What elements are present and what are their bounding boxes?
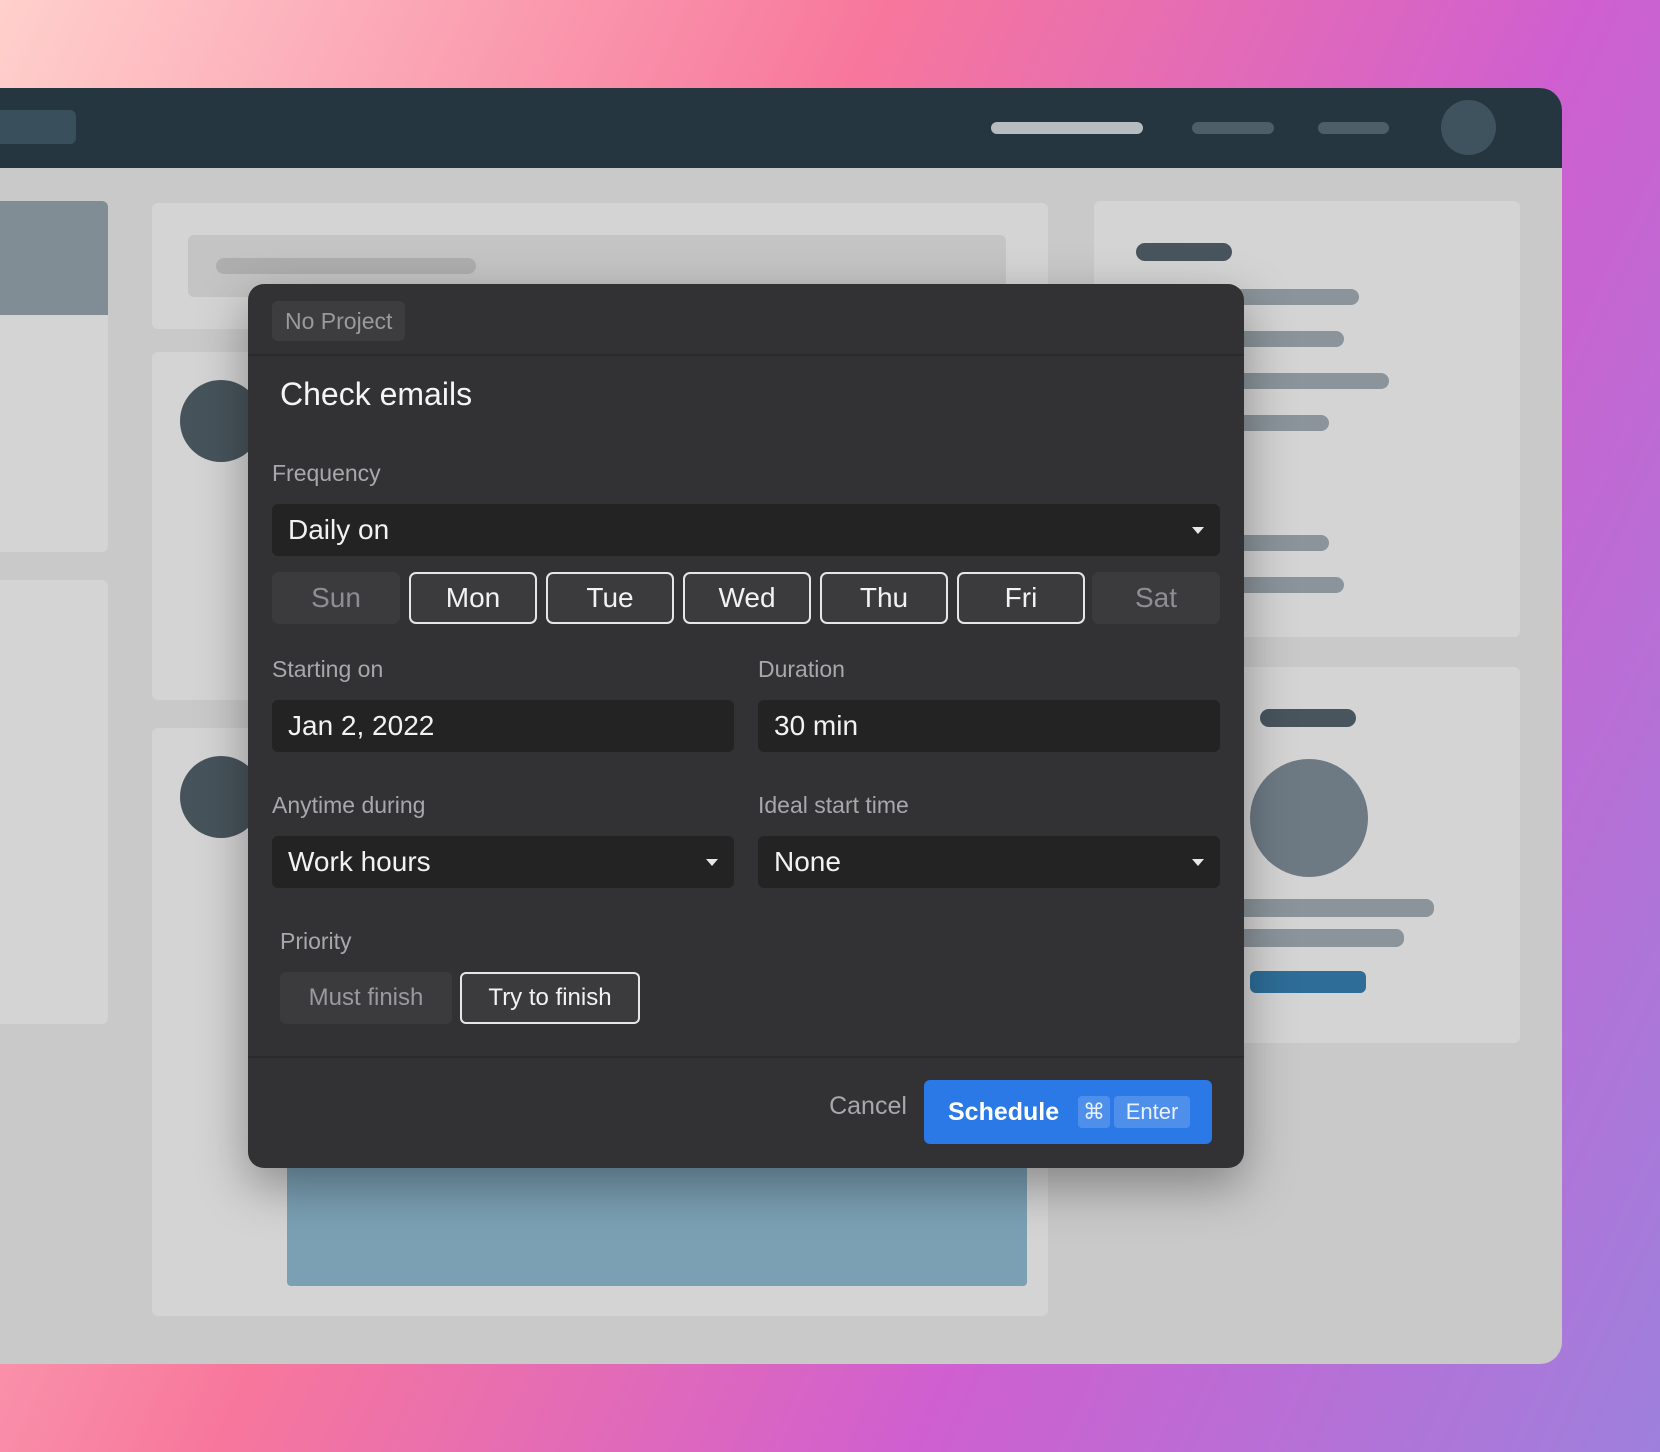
anytime-during-label: Anytime during [272, 792, 426, 818]
frequency-select[interactable]: Daily on [272, 504, 1220, 556]
anytime-during-value: Work hours [288, 846, 431, 877]
starting-on-field[interactable]: Jan 2, 2022 [272, 700, 734, 752]
chevron-down-icon [1192, 527, 1204, 534]
day-toggle-wed[interactable]: Wed [683, 572, 811, 624]
anytime-during-select[interactable]: Work hours [272, 836, 734, 888]
app-logo-placeholder [0, 110, 76, 144]
enter-key-hint: Enter [1114, 1096, 1190, 1128]
chevron-down-icon [706, 859, 718, 866]
schedule-button[interactable]: Schedule ⌘ Enter [924, 1080, 1212, 1144]
ideal-start-time-label: Ideal start time [758, 792, 909, 818]
nav-placeholder [991, 122, 1143, 134]
app-top-bar [0, 88, 1562, 168]
command-key-icon: ⌘ [1078, 1096, 1110, 1128]
schedule-button-label: Schedule [948, 1098, 1060, 1126]
duration-field[interactable]: 30 min [758, 700, 1220, 752]
task-title[interactable]: Check emails [280, 376, 472, 413]
day-toggle-sat[interactable]: Sat [1092, 572, 1220, 624]
cancel-button[interactable]: Cancel [808, 1079, 928, 1133]
left-card-placeholder [0, 201, 108, 552]
header-divider [248, 354, 1244, 356]
left-card-placeholder [0, 580, 108, 1024]
duration-label: Duration [758, 656, 845, 682]
day-toggle-tue[interactable]: Tue [546, 572, 674, 624]
chevron-down-icon [1192, 859, 1204, 866]
project-tag[interactable]: No Project [272, 301, 406, 341]
ideal-start-time-value: None [774, 846, 841, 877]
nav-placeholder [1192, 122, 1274, 134]
day-toggle-fri[interactable]: Fri [957, 572, 1085, 624]
day-toggle-sun[interactable]: Sun [272, 572, 400, 624]
frequency-label: Frequency [272, 460, 381, 486]
day-toggle-mon[interactable]: Mon [409, 572, 537, 624]
recurring-task-dialog: No Project Check emails Frequency Daily … [248, 284, 1244, 1168]
footer-divider [248, 1056, 1244, 1058]
starting-on-label: Starting on [272, 656, 384, 682]
ideal-start-time-select[interactable]: None [758, 836, 1220, 888]
nav-placeholder [1318, 122, 1389, 134]
frequency-value: Daily on [288, 514, 390, 545]
priority-label: Priority [280, 928, 352, 954]
priority-try-to-finish[interactable]: Try to finish [460, 972, 640, 1024]
priority-must-finish[interactable]: Must finish [280, 972, 452, 1024]
avatar [1441, 100, 1496, 155]
day-toggle-thu[interactable]: Thu [820, 572, 948, 624]
